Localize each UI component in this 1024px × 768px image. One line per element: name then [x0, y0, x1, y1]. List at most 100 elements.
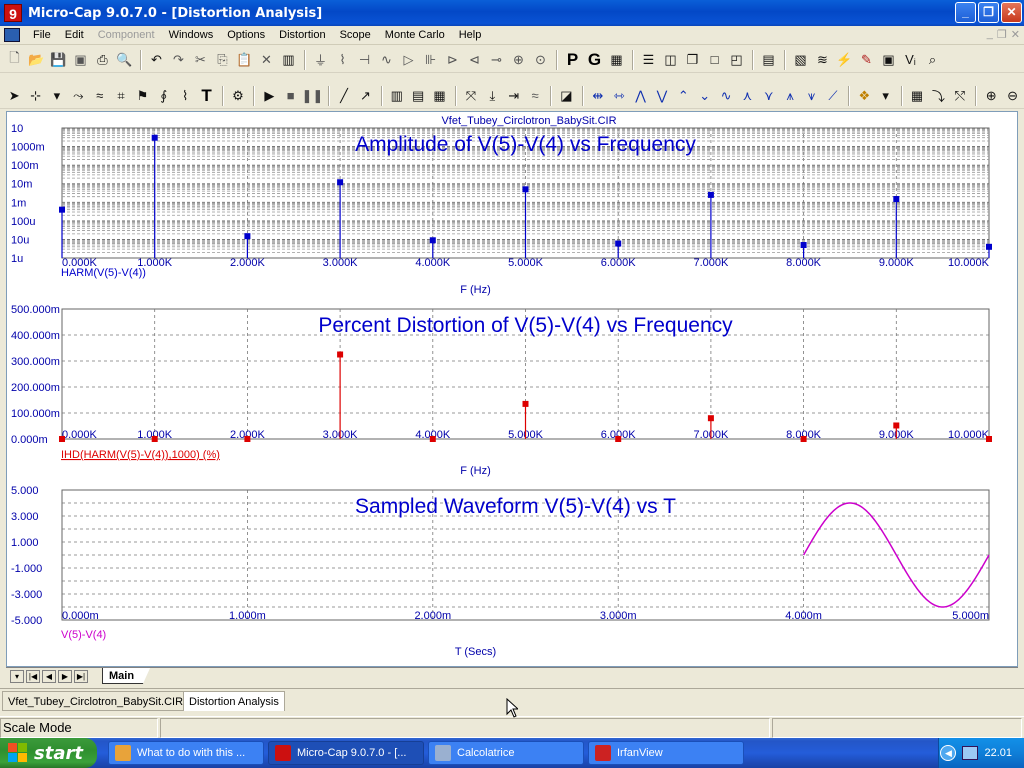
grid-toggle-icon[interactable]: ▦ — [429, 86, 449, 106]
next-peak-icon[interactable]: ⇹ — [588, 86, 608, 106]
inflection-icon[interactable]: ∿ — [716, 86, 736, 106]
slope-icon[interactable]: ⟋ — [823, 86, 843, 106]
probe-icon[interactable]: ✎ — [856, 50, 877, 70]
probe-g-button[interactable]: G — [584, 50, 605, 70]
model-icon[interactable]: ⚡ — [834, 50, 855, 70]
battery-icon[interactable]: ⊪ — [420, 50, 441, 70]
valley-icon[interactable]: ⋁ — [652, 86, 672, 106]
monte-carlo-icon[interactable]: ⤲ — [950, 86, 970, 106]
plot-window[interactable]: Vfet_Tubey_Circlotron_BabySit.CIR 10 1000… — [6, 111, 1018, 667]
flag-icon[interactable]: ⚑ — [132, 86, 152, 106]
properties-icon[interactable]: ⚙ — [228, 86, 248, 106]
zoom-out-icon[interactable]: ⊖ — [1002, 86, 1022, 106]
bus-icon[interactable]: ≈ — [90, 86, 110, 106]
taskbar-item-irfanview[interactable]: IrfanView — [588, 741, 744, 765]
maximize-button[interactable]: ❐ — [978, 2, 999, 23]
vertical-tag-icon[interactable]: ≈ — [525, 86, 545, 106]
tray-expand-icon[interactable]: ◀ — [940, 745, 957, 761]
app-icon[interactable]: 9 — [4, 4, 22, 22]
global-low-icon[interactable]: ⋎ — [759, 86, 779, 106]
stop-icon[interactable]: ■ — [281, 86, 301, 106]
tile-vertical-icon[interactable]: ◫ — [660, 50, 681, 70]
scope-icon[interactable]: ⌇ — [175, 86, 195, 106]
document-icon[interactable] — [4, 28, 20, 42]
sheet-tab-main[interactable]: Main — [102, 668, 151, 684]
image-icon[interactable]: ▣ — [878, 50, 899, 70]
undo-icon[interactable]: ↶ — [146, 50, 167, 70]
component-bar-icon[interactable]: ▥ — [278, 50, 299, 70]
copy-icon[interactable]: ⎘ — [212, 50, 233, 70]
run-icon[interactable]: ▶ — [259, 86, 279, 106]
menu-scope[interactable]: Scope — [333, 29, 378, 41]
top-icon[interactable]: ⩚ — [780, 86, 800, 106]
menu-help[interactable]: Help — [452, 29, 489, 41]
text-tool-button[interactable]: T — [196, 86, 216, 106]
prev-peak-icon[interactable]: ⇿ — [609, 86, 629, 106]
inductor-icon[interactable]: ∿ — [376, 50, 397, 70]
component-mode-icon[interactable]: ⊹ — [25, 86, 45, 106]
node-icon[interactable]: ⊕ — [508, 50, 529, 70]
redo-icon[interactable]: ↷ — [168, 50, 189, 70]
taskbar-item-browser[interactable]: What to do with this ... — [108, 741, 264, 765]
new-file-icon[interactable]: 🗋 — [4, 50, 25, 70]
clock[interactable]: 22.01 — [984, 747, 1012, 759]
zoom-window-icon[interactable]: ⌕ — [922, 50, 943, 70]
menu-options[interactable]: Options — [220, 29, 272, 41]
menu-file[interactable]: File — [26, 29, 58, 41]
global-high-icon[interactable]: ⋏ — [737, 86, 757, 106]
cursor-mode-icon[interactable]: ⤧ — [461, 86, 481, 106]
horizontal-tag-icon[interactable]: ⇥ — [504, 86, 524, 106]
nav-dropdown-button[interactable]: ▾ — [10, 670, 24, 683]
window-icon[interactable]: □ — [704, 50, 725, 70]
nav-next-button[interactable]: ▶ — [58, 670, 72, 683]
open-folder-icon[interactable]: 📂 — [26, 50, 47, 70]
mdi-minimize-button[interactable]: _ — [987, 28, 993, 41]
arrow-tool-icon[interactable]: ↗ — [355, 86, 375, 106]
title-bar[interactable]: 9 Micro-Cap 9.0.7.0 - [Distortion Analys… — [0, 0, 1024, 26]
tokens-icon[interactable]: ▤ — [408, 86, 428, 106]
menu-monte-carlo[interactable]: Monte Carlo — [378, 29, 452, 41]
select-arrow-icon[interactable]: ➤ — [4, 86, 24, 106]
opamp-icon[interactable]: ⊲ — [464, 50, 485, 70]
components-list-icon[interactable]: ▧ — [790, 50, 811, 70]
vi-icon[interactable]: Vᵢ — [900, 50, 921, 70]
resistor-icon[interactable]: ⌇ — [332, 50, 353, 70]
dropdown-icon[interactable]: ▾ — [47, 86, 67, 106]
taskbar-item-calculator[interactable]: Calcolatrice — [428, 741, 584, 765]
tab-circuit-file[interactable]: Vfet_Tubey_Circlotron_BabySit.CIR — [2, 691, 190, 711]
line-tool-icon[interactable]: ╱ — [334, 86, 354, 106]
menu-windows[interactable]: Windows — [162, 29, 221, 41]
mdi-close-button[interactable]: ✕ — [1011, 28, 1020, 41]
table-icon[interactable]: ▦ — [907, 86, 927, 106]
cascade-icon[interactable]: ❐ — [682, 50, 703, 70]
print-preview-icon[interactable]: 🔍 — [114, 50, 135, 70]
stepping-icon[interactable]: ⤵ — [928, 86, 948, 106]
wire-icon[interactable]: ⤳ — [68, 86, 88, 106]
high-icon[interactable]: ⌃ — [673, 86, 693, 106]
nav-first-button[interactable]: |◀ — [26, 670, 40, 683]
scale-icon[interactable]: ▥ — [387, 86, 407, 106]
save-all-icon[interactable]: ▣ — [70, 50, 91, 70]
cut-icon[interactable]: ✂ — [190, 50, 211, 70]
point-tag-icon[interactable]: ⤓ — [482, 86, 502, 106]
capacitor-icon[interactable]: ⊣ — [354, 50, 375, 70]
print-icon[interactable]: ⎙ — [92, 50, 113, 70]
minimize-button[interactable]: _ — [955, 2, 976, 23]
bottom-icon[interactable]: ⩛ — [801, 86, 821, 106]
plots-svg[interactable]: Vfet_Tubey_Circlotron_BabySit.CIR 10 1000… — [7, 112, 1017, 666]
waveform-icon[interactable]: ≋ — [812, 50, 833, 70]
low-icon[interactable]: ⌄ — [695, 86, 715, 106]
grid-icon[interactable]: ▦ — [606, 50, 627, 70]
dropdown2-icon[interactable]: ▾ — [876, 86, 896, 106]
close-button[interactable]: ✕ — [1001, 2, 1022, 23]
pause-icon[interactable]: ❚❚ — [301, 86, 323, 106]
ground-icon[interactable]: ⏚ — [310, 50, 331, 70]
menu-component[interactable]: Component — [91, 29, 162, 41]
window-split-icon[interactable]: ◰ — [726, 50, 747, 70]
chart-options-icon[interactable]: ◪ — [556, 86, 576, 106]
nav-last-button[interactable]: ▶| — [74, 670, 88, 683]
taskbar-item-microcap[interactable]: Micro-Cap 9.0.7.0 - [... — [268, 741, 424, 765]
probe-p-button[interactable]: P — [562, 50, 583, 70]
zoom-in-icon[interactable]: ⊕ — [981, 86, 1001, 106]
peak-icon[interactable]: ⋀ — [630, 86, 650, 106]
